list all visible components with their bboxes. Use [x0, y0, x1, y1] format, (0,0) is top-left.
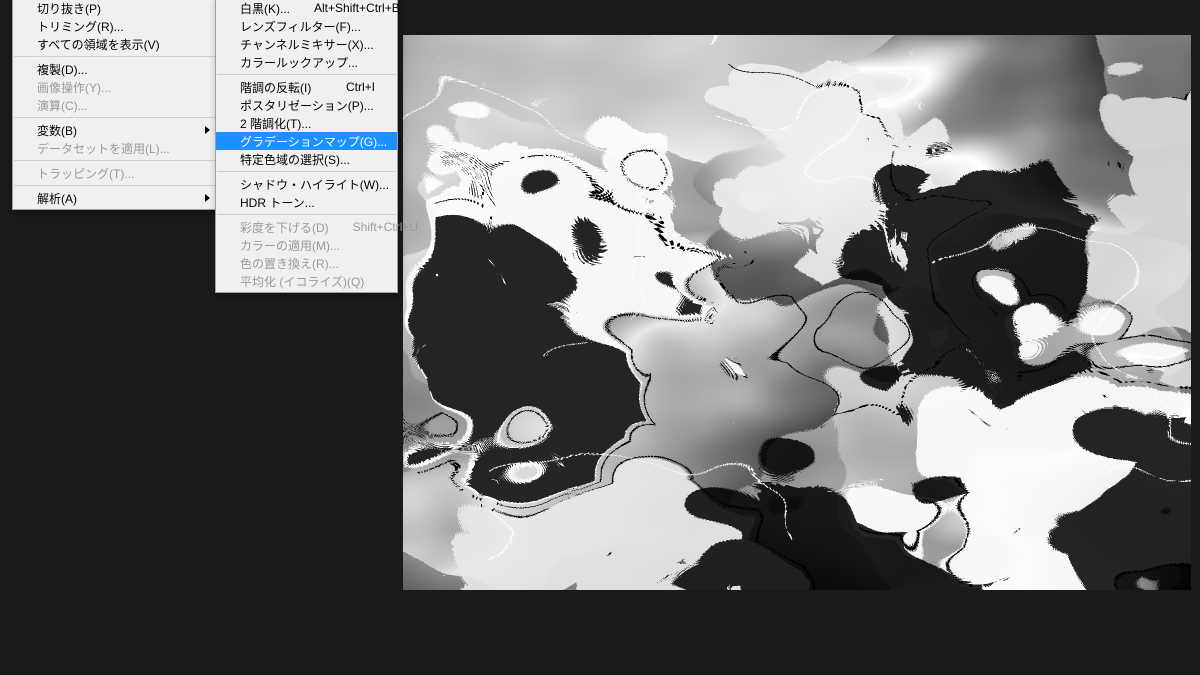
menu-item[interactable]: HDR トーン... [216, 193, 397, 211]
menu-item[interactable]: 2 階調化(T)... [216, 114, 397, 132]
menu-item-label: レンズフィルター(F)... [240, 18, 375, 35]
menu-item: 平均化 (イコライズ)(Q) [216, 272, 397, 290]
menu-item: 色の置き換え(R)... [216, 254, 397, 272]
menu-item[interactable]: 切り抜き(P) [13, 0, 216, 17]
menu-item-label: ポスタリゼーション(P)... [240, 97, 375, 114]
menu-item[interactable]: 複製(D)... [13, 60, 216, 78]
menu-item[interactable]: カラールックアップ... [216, 53, 397, 71]
menu-item-label: 変数(B) [37, 122, 194, 139]
menu-item-label: トリミング(R)... [37, 18, 194, 35]
menu-item[interactable]: ポスタリゼーション(P)... [216, 96, 397, 114]
menu-item-label: 階調の反転(I) [240, 79, 322, 96]
menu-item: カラーの適用(M)... [216, 236, 397, 254]
menu-item[interactable]: 特定色域の選択(S)... [216, 150, 397, 168]
adjustments-submenu[interactable]: 白黒(K)... Alt+Shift+Ctrl+B レンズフィルター(F)...チャ… [215, 0, 398, 293]
menu-item-label: トラッピング(T)... [37, 165, 194, 182]
menu-item-label: 平均化 (イコライズ)(Q) [240, 273, 375, 290]
menu-item: データセットを適用(L)... [13, 139, 216, 157]
menu-item-label: 色の置き換え(R)... [240, 255, 375, 272]
app-workspace: 切り抜き(P)トリミング(R)...すべての領域を表示(V) 複製(D)...画像… [0, 0, 1200, 675]
menu-item[interactable]: グラデーションマップ(G)... [216, 132, 397, 150]
submenu-arrow-icon [205, 194, 210, 202]
menu-item-label: カラールックアップ... [240, 54, 375, 71]
menu-item[interactable]: レンズフィルター(F)... [216, 17, 397, 35]
menu-item: 演算(C)... [13, 96, 216, 114]
menu-item-label: 切り抜き(P) [37, 0, 194, 17]
menu-item[interactable]: 階調の反転(I) Ctrl+I [216, 78, 397, 96]
menu-item-label: 解析(A) [37, 190, 194, 207]
menu-item-label: 複製(D)... [37, 61, 194, 78]
menu-separator [217, 214, 396, 215]
image-menu[interactable]: 切り抜き(P)トリミング(R)...すべての領域を表示(V) 複製(D)...画像… [12, 0, 217, 210]
menu-item-label: 特定色域の選択(S)... [240, 151, 375, 168]
menu-item: トラッピング(T)... [13, 164, 216, 182]
menu-item-label: HDR トーン... [240, 194, 375, 211]
menu-item-label: 彩度を下げる(D) [240, 219, 329, 236]
menu-separator [217, 74, 396, 75]
artwork-liquid-swirl [403, 35, 1191, 590]
menu-item[interactable]: シャドウ・ハイライト(W)... [216, 175, 397, 193]
document-canvas[interactable] [403, 35, 1191, 590]
menu-item-label: 2 階調化(T)... [240, 115, 375, 132]
menu-item[interactable]: トリミング(R)... [13, 17, 216, 35]
menu-item-label: すべての領域を表示(V) [37, 36, 194, 53]
menu-item-label: 演算(C)... [37, 97, 194, 114]
menu-item-label: カラーの適用(M)... [240, 237, 375, 254]
menu-item: 彩度を下げる(D)Shift+Ctrl+U [216, 218, 397, 236]
menu-item: 画像操作(Y)... [13, 78, 216, 96]
menu-item-label: 画像操作(Y)... [37, 79, 194, 96]
menu-item[interactable]: チャンネルミキサー(X)... [216, 35, 397, 53]
menu-item-shortcut: Shift+Ctrl+U [353, 220, 418, 234]
menu-item[interactable]: 白黒(K)... Alt+Shift+Ctrl+B [216, 0, 397, 17]
menu-separator [14, 185, 215, 186]
menu-item[interactable]: すべての領域を表示(V) [13, 35, 216, 53]
menu-item-label: シャドウ・ハイライト(W)... [240, 176, 389, 193]
menu-separator [14, 117, 215, 118]
menu-item-shortcut: Alt+Shift+Ctrl+B [314, 1, 400, 15]
menu-separator [14, 160, 215, 161]
menu-item-label: 白黒(K)... [240, 0, 290, 17]
submenu-arrow-icon [205, 126, 210, 134]
menu-item-label: グラデーションマップ(G)... [240, 133, 387, 150]
menu-item[interactable]: 解析(A) [13, 189, 216, 207]
menu-separator [217, 171, 396, 172]
menu-item-label: チャンネルミキサー(X)... [240, 36, 375, 53]
menu-item-shortcut: Ctrl+I [346, 80, 375, 94]
menu-item-label: データセットを適用(L)... [37, 140, 194, 157]
menu-item[interactable]: 変数(B) [13, 121, 216, 139]
menu-separator [14, 56, 215, 57]
